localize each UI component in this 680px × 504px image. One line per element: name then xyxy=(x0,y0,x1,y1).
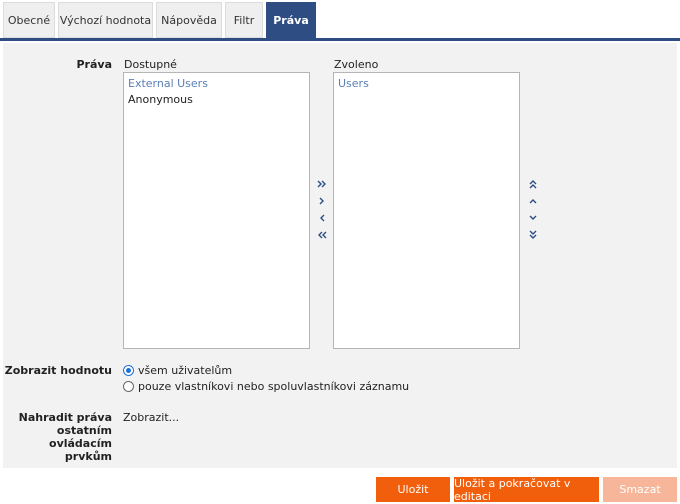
selected-title: Zvoleno xyxy=(334,58,379,71)
tab-default-value[interactable]: Výchozí hodnota xyxy=(58,2,153,38)
tab-general[interactable]: Obecné xyxy=(3,2,55,38)
tab-underline xyxy=(0,38,680,41)
selected-list[interactable]: Users xyxy=(333,72,520,349)
tab-rights[interactable]: Práva xyxy=(266,2,316,38)
radio-button-checked[interactable] xyxy=(123,365,134,376)
move-up-icon[interactable] xyxy=(526,194,540,208)
radio-owner-only[interactable]: pouze vlastníkovi nebo spoluvlastníkovi … xyxy=(123,380,409,393)
move-down-icon[interactable] xyxy=(526,211,540,225)
save-button[interactable]: Uložit xyxy=(376,477,450,502)
save-and-continue-button[interactable]: Uložit a pokračovat v editaci xyxy=(454,477,599,503)
show-replace-rights-link[interactable]: Zobrazit... xyxy=(123,411,179,424)
tab-bar: Obecné Výchozí hodnota Nápověda Filtr Pr… xyxy=(0,0,680,41)
move-right-icon[interactable] xyxy=(315,194,329,208)
delete-button: Smazat xyxy=(603,477,677,502)
tab-filter[interactable]: Filtr xyxy=(225,2,263,38)
move-bottom-icon[interactable] xyxy=(526,228,540,242)
replace-rights-label-line: ostatním xyxy=(56,424,112,437)
available-list[interactable]: External Users Anonymous xyxy=(123,72,310,349)
replace-rights-label-line: Nahradit práva xyxy=(18,411,112,424)
radio-owner-only-label: pouze vlastníkovi nebo spoluvlastníkovi … xyxy=(138,380,410,393)
list-item-users[interactable]: Users xyxy=(338,76,515,92)
list-item-anonymous[interactable]: Anonymous xyxy=(128,92,305,108)
replace-rights-label-line: ovládacím xyxy=(49,437,112,450)
move-top-icon[interactable] xyxy=(526,177,540,191)
move-all-right-icon[interactable] xyxy=(315,177,329,191)
move-left-icon[interactable] xyxy=(315,211,329,225)
replace-rights-label-line: prvkům xyxy=(64,450,112,463)
available-title: Dostupné xyxy=(124,58,177,71)
move-all-left-icon[interactable] xyxy=(315,228,329,242)
replace-rights-label: Nahradit práva ostatním ovládacím prvkům xyxy=(3,411,112,463)
radio-all-users[interactable]: všem uživatelům xyxy=(123,364,232,377)
rights-label: Práva xyxy=(76,58,112,71)
tab-help[interactable]: Nápověda xyxy=(156,2,222,38)
list-item-external-users[interactable]: External Users xyxy=(128,76,305,92)
radio-button-unchecked[interactable] xyxy=(123,381,134,392)
show-value-label: Zobrazit hodnotu xyxy=(4,364,112,377)
radio-all-users-label: všem uživatelům xyxy=(138,364,233,377)
